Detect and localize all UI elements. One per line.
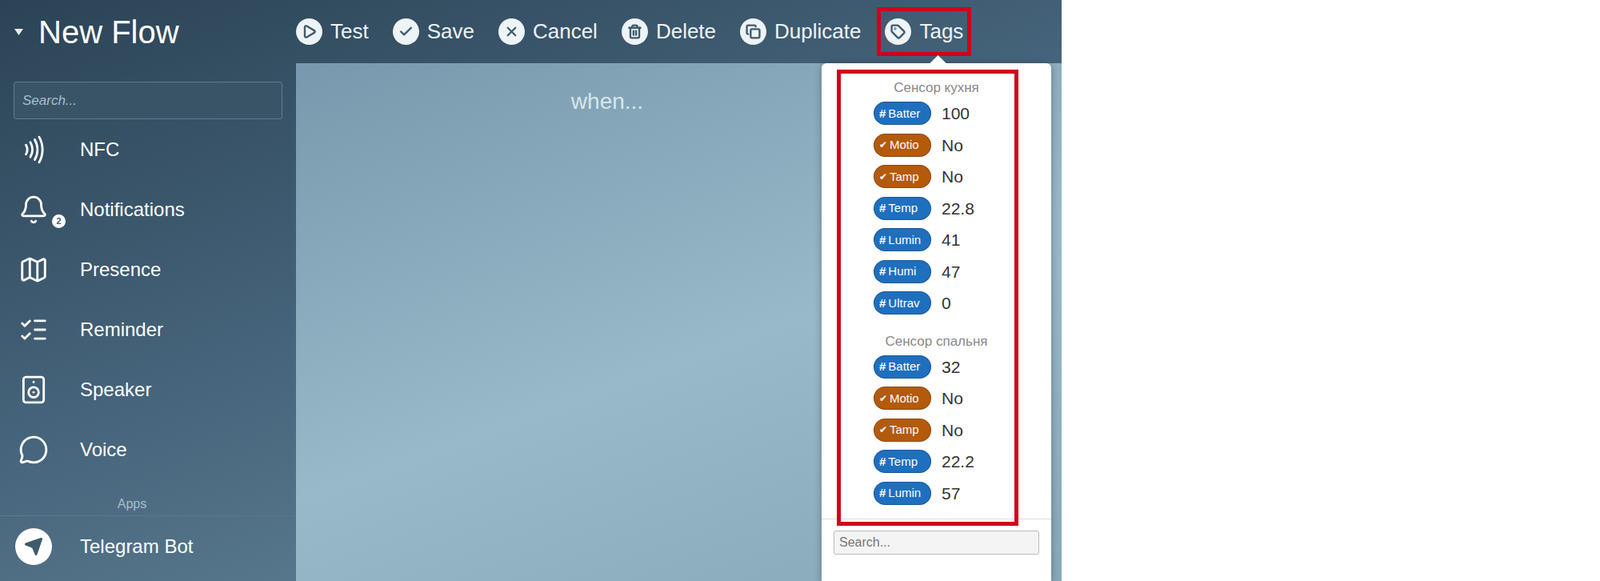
tag-group: Сенсор кухня#Batter100✔MotioNo✔TampNo#Te… xyxy=(821,79,1052,320)
toolbar-button[interactable]: Delete xyxy=(621,16,716,48)
tag-value: 41 xyxy=(941,227,960,253)
play-icon xyxy=(296,18,323,45)
panel-arrow xyxy=(929,55,947,72)
tag-value: No xyxy=(941,417,964,444)
tag-value: 32 xyxy=(941,354,960,380)
speaker-icon xyxy=(18,374,49,405)
sidebar-section: AppsTelegram Bot xyxy=(0,479,296,576)
blank-area xyxy=(1061,0,1600,581)
bell-icon xyxy=(18,194,49,225)
tag-value: No xyxy=(941,164,964,190)
tag-value: 57 xyxy=(941,480,960,507)
toolbar-button[interactable]: Save xyxy=(392,16,475,48)
sidebar-item[interactable]: Presence xyxy=(0,239,296,300)
toolbar: TestSaveCancelDeleteDuplicateTags xyxy=(296,7,964,56)
tag-row[interactable]: ✔Motio No xyxy=(821,129,1052,162)
boolean-tag[interactable]: ✔Tamp xyxy=(873,164,932,188)
sidebar-item[interactable]: Voice xyxy=(0,419,296,480)
tag-value: No xyxy=(941,385,964,412)
number-tag[interactable]: #Batter xyxy=(873,355,932,379)
number-tag[interactable]: #Lumin xyxy=(873,481,932,505)
tag-icon xyxy=(884,18,912,45)
tag-value: 47 xyxy=(941,259,960,285)
sidebar-item[interactable]: NFC xyxy=(0,119,296,180)
checklist-icon xyxy=(18,314,49,345)
toolbar-button[interactable]: Test xyxy=(296,16,369,48)
sidebar-search[interactable] xyxy=(13,81,283,120)
tag-row[interactable]: #Batter 100 xyxy=(821,97,1052,130)
tags-list: Сенсор кухня#Batter100✔MotioNo✔TampNo#Te… xyxy=(821,63,1052,519)
check-icon xyxy=(392,18,420,45)
tag-group: Сенсор спальня#Batter32✔MotioNo✔TampNo#T… xyxy=(821,332,1052,510)
sidebar-item[interactable]: Telegram Bot xyxy=(0,516,296,576)
tag-row[interactable]: #Lumin 57 xyxy=(821,477,1052,510)
boolean-tag[interactable]: ✔Motio xyxy=(873,133,932,157)
tag-value: 22.8 xyxy=(941,196,975,222)
number-tag[interactable]: #Temp xyxy=(873,196,932,220)
tag-row[interactable]: #Humi 47 xyxy=(821,256,1052,288)
tag-value: 100 xyxy=(941,100,970,127)
flow-title[interactable]: New Flow xyxy=(0,16,296,48)
group-title: Сенсор кухня xyxy=(821,79,1052,97)
trash-icon xyxy=(621,18,648,45)
tags-search[interactable] xyxy=(833,530,1040,555)
sidebar-item[interactable]: 2Notifications xyxy=(0,179,296,240)
nfc-icon xyxy=(18,134,49,165)
tag-row[interactable]: #Temp 22.2 xyxy=(821,445,1052,478)
number-tag[interactable]: #Ultrav xyxy=(873,291,932,315)
section-title: Apps xyxy=(117,494,179,514)
tag-row[interactable]: #Batter 32 xyxy=(821,351,1052,384)
trigger-placeholder[interactable]: when... xyxy=(571,88,644,114)
chat-icon xyxy=(18,434,49,465)
tag-value: 22.2 xyxy=(941,448,975,475)
boolean-tag[interactable]: ✔Motio xyxy=(873,386,932,410)
toolbar-button[interactable]: Cancel xyxy=(498,16,598,48)
group-title: Сенсор спальня xyxy=(821,332,1052,351)
boolean-tag[interactable]: ✔Tamp xyxy=(873,418,932,442)
notification-badge: 2 xyxy=(52,214,66,228)
tag-value: No xyxy=(941,132,964,159)
number-tag[interactable]: #Humi xyxy=(873,260,932,284)
number-tag[interactable]: #Batter xyxy=(873,101,932,125)
caret-icon[interactable] xyxy=(14,28,24,36)
tags-panel: Сенсор кухня#Batter100✔MotioNo✔TampNo#Te… xyxy=(821,63,1052,581)
telegram-icon xyxy=(15,528,52,565)
duplicate-icon xyxy=(740,18,767,45)
number-tag[interactable]: #Temp xyxy=(873,449,932,473)
toolbar-button[interactable]: Duplicate xyxy=(740,16,861,48)
tag-row[interactable]: #Ultrav 0 xyxy=(821,287,1052,320)
tag-row[interactable]: #Temp 22.8 xyxy=(821,192,1052,225)
tag-value: 0 xyxy=(941,290,952,316)
sidebar: NFC2NotificationsPresenceReminderSpeaker… xyxy=(0,63,296,581)
sidebar-item[interactable]: Speaker xyxy=(0,359,296,420)
app-window: New FlowTest Save Cancel Delete Duplicate Tag… xyxy=(0,0,1062,581)
toolbar-button[interactable]: Tags xyxy=(876,7,972,56)
sidebar-item[interactable]: Reminder xyxy=(0,299,296,360)
tag-row[interactable]: ✔Tamp No xyxy=(821,414,1052,447)
highlight-frame xyxy=(836,69,1019,526)
tag-row[interactable]: ✔Motio No xyxy=(821,382,1052,415)
tag-row[interactable]: ✔Tamp No xyxy=(821,160,1052,193)
page: New FlowTest Save Cancel Delete Duplicate Tag… xyxy=(0,0,1600,581)
map-icon xyxy=(18,254,49,285)
panel-search-bar xyxy=(821,518,1052,581)
tag-row[interactable]: #Lumin 41 xyxy=(821,224,1052,256)
top-bar: New FlowTest Save Cancel Delete Duplicate Tag… xyxy=(0,0,1062,64)
number-tag[interactable]: #Lumin xyxy=(873,228,932,252)
close-icon xyxy=(498,18,525,45)
